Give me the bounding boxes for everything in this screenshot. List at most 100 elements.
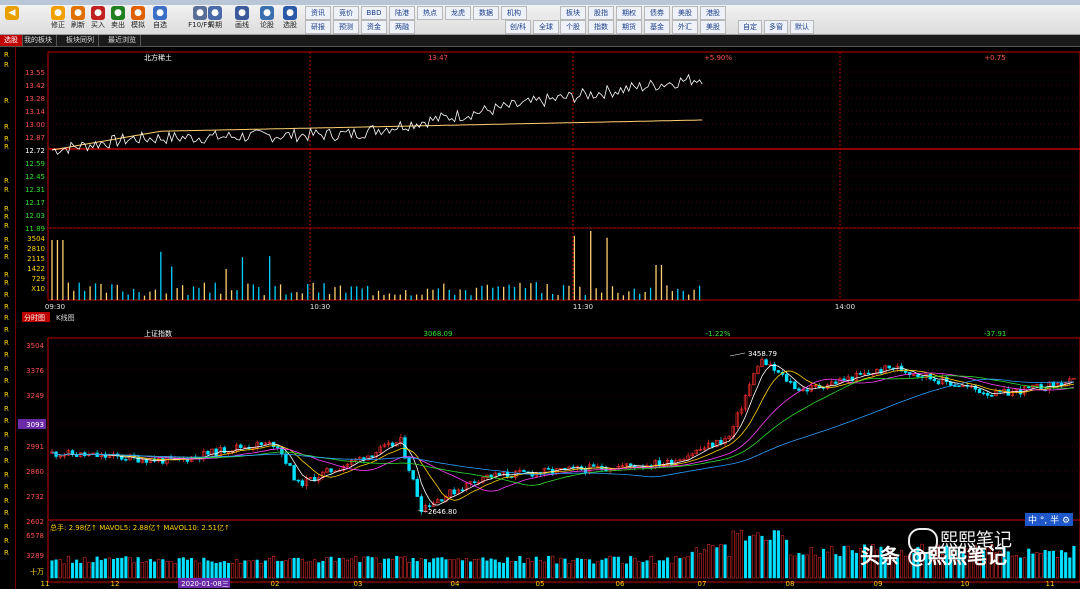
- volume-bar: [464, 558, 469, 579]
- candle-body: [403, 437, 407, 459]
- volume-bar: [83, 557, 87, 579]
- volume-tick: 2115: [27, 255, 45, 263]
- volume-bar: [1068, 557, 1072, 579]
- time-tick: 11:30: [573, 303, 593, 311]
- volume-bar: [641, 561, 645, 579]
- candle-body: [276, 446, 280, 449]
- volume-bar: [1072, 545, 1076, 579]
- candle-body: [793, 381, 797, 390]
- volume-bar: [670, 562, 674, 579]
- volume-bar: [698, 553, 702, 579]
- volume-bar: [272, 555, 276, 579]
- kline-volume-tick: 十万: [30, 567, 44, 576]
- kline-volume-tick: 6578: [26, 532, 44, 540]
- volume-bar: [54, 559, 58, 579]
- volume-bar: [817, 557, 821, 579]
- month-tick: 2020-01-08三: [181, 580, 229, 588]
- volume-bar: [386, 558, 391, 579]
- candle-body: [296, 479, 300, 482]
- volume-bar: [501, 562, 505, 579]
- volume-bar: [793, 555, 797, 579]
- volume-bar: [341, 558, 345, 579]
- volume-bar: [112, 559, 116, 579]
- candle-body: [986, 393, 990, 396]
- candle-body: [390, 442, 395, 447]
- volume-bar: [333, 561, 337, 579]
- volume-bar: [826, 551, 830, 579]
- volume-bar: [358, 562, 362, 579]
- volume-indicator-line: 总手: 2.98亿↑ MAVOL5: 2.88亿↑ MAVOL10: 2.51亿…: [50, 523, 230, 532]
- candle-body: [505, 471, 510, 477]
- volume-bar: [391, 558, 395, 579]
- low-label: 2646.80: [428, 508, 457, 516]
- candle-body: [592, 464, 596, 467]
- volume-bar: [103, 558, 107, 579]
- volume-bar: [678, 558, 682, 579]
- volume-bar: [653, 563, 657, 579]
- ime-badge: 中 °, 半 ⚙: [1025, 513, 1074, 526]
- volume-bar: [321, 560, 325, 579]
- volume-bar: [243, 560, 247, 579]
- index-change: -37.91: [984, 330, 1007, 338]
- candle-body: [284, 453, 288, 464]
- volume-bar: [719, 544, 723, 579]
- volume-bar: [440, 557, 444, 579]
- volume-bar: [325, 557, 329, 579]
- volume-bar: [612, 556, 616, 579]
- volume-bar: [707, 544, 711, 579]
- volume-bar: [555, 563, 559, 579]
- volume-bar: [276, 560, 280, 579]
- volume-bar: [362, 556, 366, 579]
- candle-body: [214, 448, 218, 456]
- volume-bar: [415, 561, 419, 579]
- volume-bar: [309, 561, 313, 579]
- volume-tick: 1422: [27, 265, 45, 273]
- volume-bar: [514, 560, 518, 579]
- volume-bar: [785, 539, 789, 579]
- volume-bar: [313, 559, 317, 579]
- candle-body: [776, 370, 781, 373]
- volume-bar: [423, 559, 428, 579]
- price-tick: 12.59: [25, 160, 45, 168]
- price-tick: 13.14: [25, 108, 46, 116]
- kline-price-tick: 3504: [26, 342, 44, 350]
- volume-bar: [551, 555, 555, 579]
- volume-bar: [304, 561, 308, 579]
- candle-body: [1051, 381, 1056, 387]
- volume-bar: [657, 560, 661, 579]
- candle-body: [440, 499, 444, 502]
- moving-average-line: [51, 375, 1074, 486]
- volume-bar: [91, 562, 95, 579]
- kline-price-tick: 2991: [26, 443, 44, 451]
- volume-bar: [345, 559, 350, 579]
- volume-bar: [645, 560, 649, 579]
- month-tick: 05: [536, 580, 545, 588]
- volume-bar: [752, 534, 756, 579]
- candle-body: [460, 489, 465, 492]
- volume-bar: [210, 561, 214, 579]
- candle-body: [329, 468, 333, 473]
- volume-bar: [395, 555, 399, 579]
- volume-bar: [702, 549, 707, 579]
- volume-bar: [604, 558, 608, 579]
- volume-bar: [485, 560, 489, 579]
- volume-bar: [1014, 555, 1018, 579]
- volume-bar: [247, 560, 251, 579]
- candle-body: [764, 359, 768, 366]
- volume-bar: [571, 559, 575, 579]
- volume-bar: [813, 554, 817, 579]
- intraday-price-line: [51, 73, 703, 155]
- tab-kline: K线图: [56, 313, 75, 322]
- price-tick: 13.42: [25, 82, 45, 90]
- candle-body: [953, 385, 957, 387]
- volume-bar: [452, 559, 456, 579]
- volume-bar: [563, 558, 567, 579]
- candle-body: [136, 456, 140, 463]
- volume-bar: [153, 561, 157, 579]
- volume-bar: [448, 558, 452, 579]
- kline-price-tick: 2732: [26, 493, 44, 501]
- volume-bar: [99, 560, 103, 579]
- volume-bar: [1064, 552, 1068, 579]
- volume-bar: [649, 556, 653, 579]
- volume-bar: [231, 563, 235, 579]
